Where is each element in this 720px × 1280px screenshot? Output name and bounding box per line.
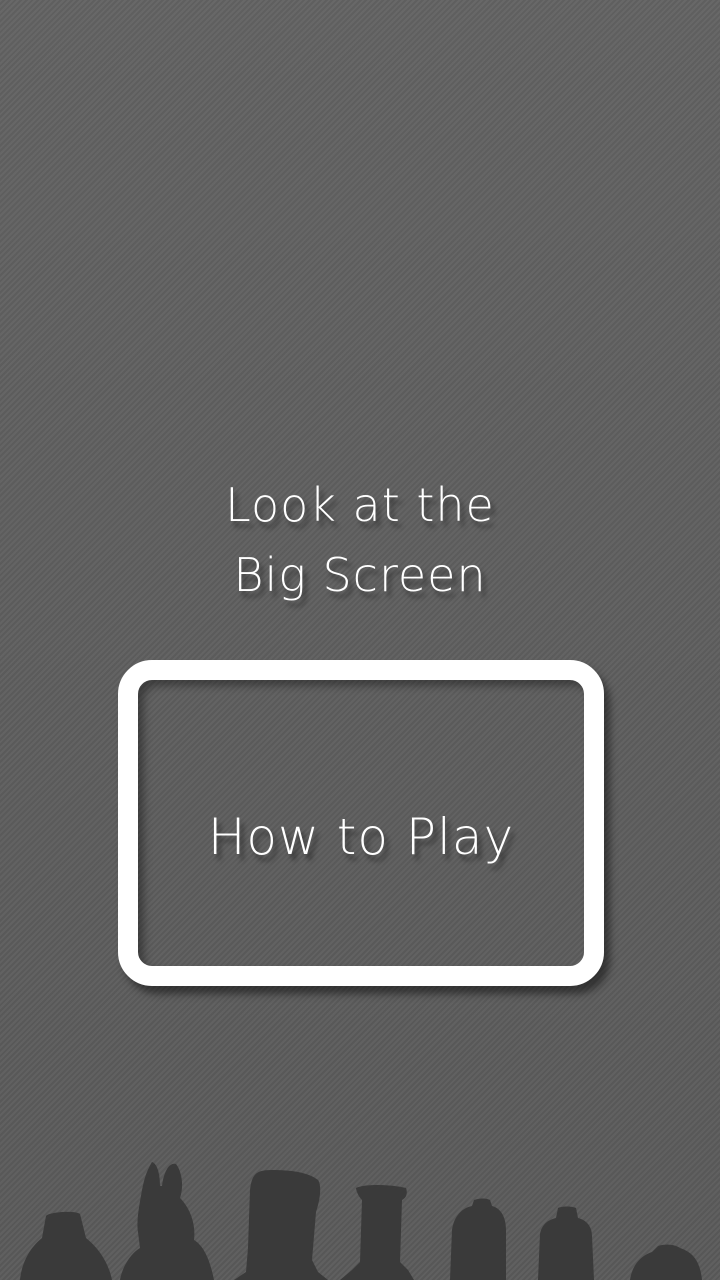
- silhouette-character-5: [450, 1198, 506, 1280]
- silhouette-character-6: [538, 1206, 594, 1280]
- silhouette-character-3: [234, 1170, 328, 1280]
- how-to-play-label: How to Play: [207, 808, 515, 866]
- game-screen: Look at the Big Screen How to Play: [0, 0, 720, 1280]
- silhouette-character-7: [630, 1244, 702, 1280]
- instruction-line-1: Look at the: [225, 478, 495, 532]
- instruction-text: Look at the Big Screen: [0, 470, 720, 610]
- instruction-line-2: Big Screen: [233, 548, 487, 602]
- silhouette-character-2: [120, 1162, 214, 1280]
- silhouette-character-4: [340, 1185, 414, 1280]
- character-silhouettes: [20, 1162, 702, 1280]
- silhouette-character-1: [20, 1211, 112, 1280]
- how-to-play-button[interactable]: How to Play: [118, 660, 604, 986]
